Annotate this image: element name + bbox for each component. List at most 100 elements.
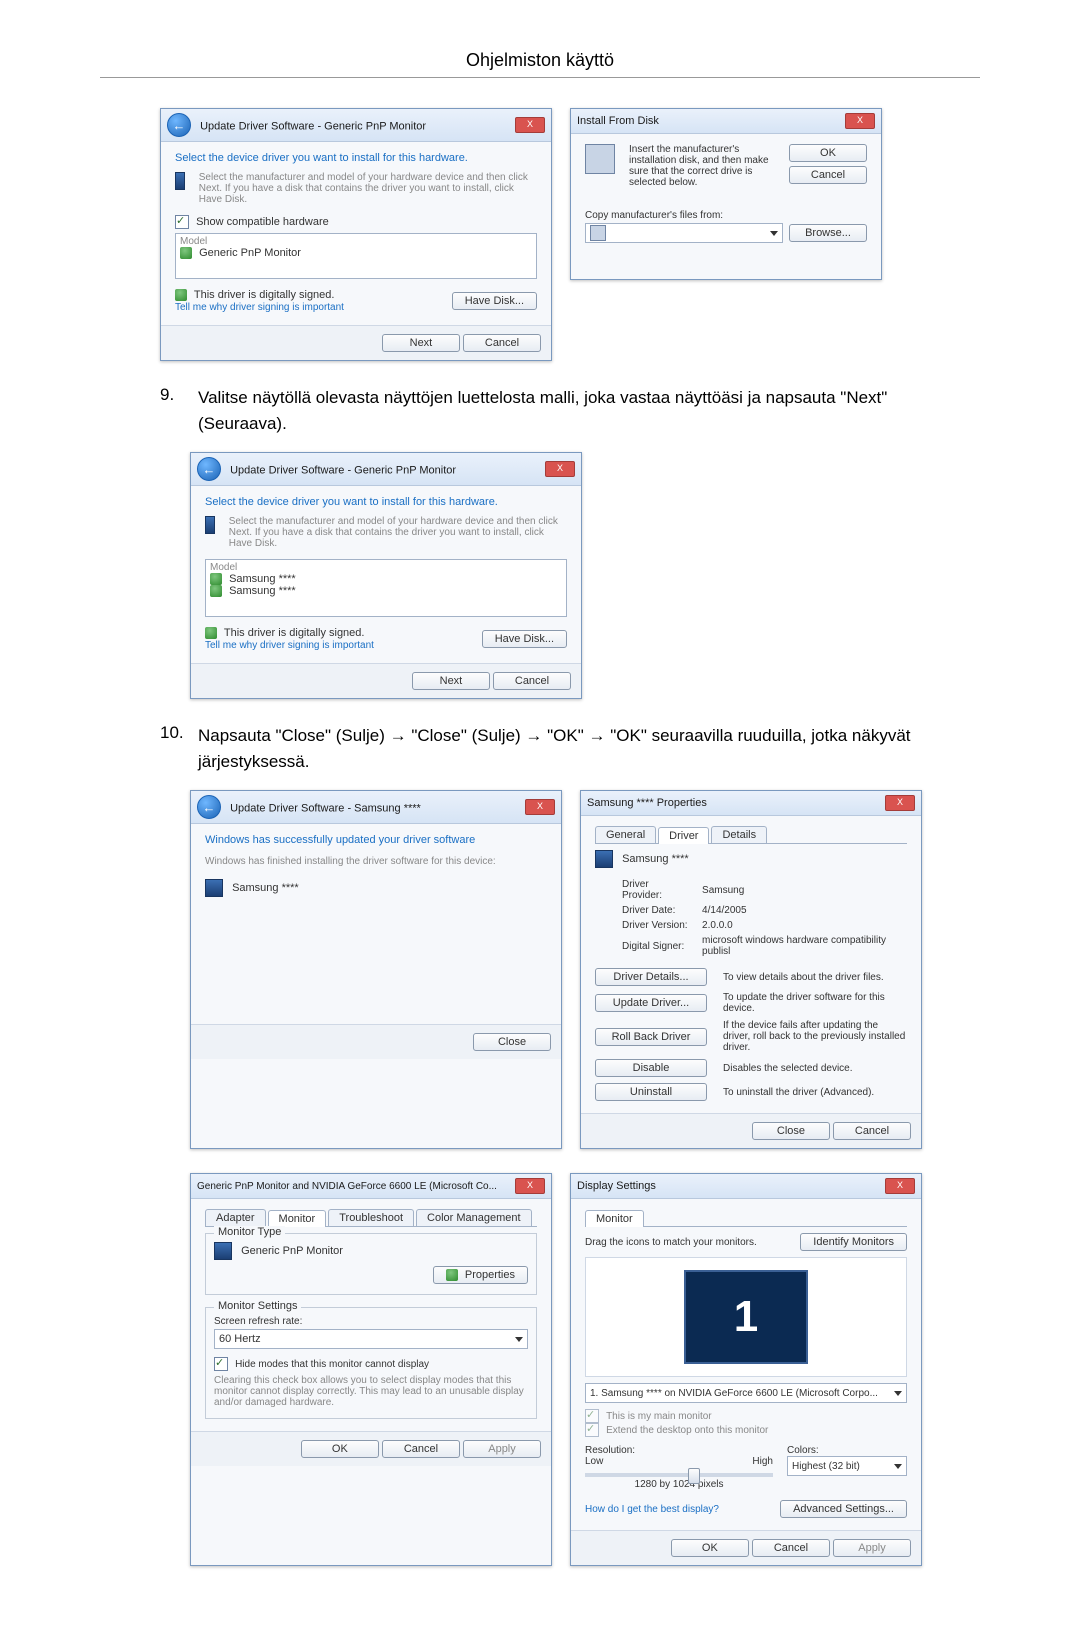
close-icon[interactable]: X [845, 113, 875, 129]
monitor-icon [175, 172, 185, 190]
close-icon[interactable]: X [525, 799, 555, 815]
close-icon[interactable]: X [885, 795, 915, 811]
chevron-down-icon [770, 231, 778, 236]
version-value: 2.0.0.0 [701, 919, 905, 932]
dialog-subtext: Windows has finished installing the driv… [205, 856, 547, 867]
extend-checkbox [585, 1423, 599, 1437]
properties-button[interactable]: Properties [433, 1266, 528, 1284]
update-driver-text: To update the driver software for this d… [723, 992, 907, 1014]
advanced-button[interactable]: Advanced Settings... [780, 1500, 907, 1518]
signing-link[interactable]: Tell me why driver signing is important [175, 302, 344, 313]
floppy-icon [585, 144, 615, 174]
tab-adapter[interactable]: Adapter [205, 1209, 266, 1226]
extend-label: Extend the desktop onto this monitor [606, 1425, 768, 1436]
monitor-icon [595, 850, 613, 868]
header-rule [100, 77, 980, 78]
browse-button[interactable]: Browse... [789, 224, 867, 242]
cancel-button[interactable]: Cancel [789, 166, 867, 184]
shield-icon [210, 573, 222, 585]
drive-select[interactable] [585, 223, 783, 243]
apply-button[interactable]: Apply [833, 1539, 911, 1557]
show-compatible-checkbox[interactable] [175, 215, 189, 229]
colors-select[interactable]: Highest (32 bit) [787, 1456, 907, 1476]
close-icon[interactable]: X [515, 1178, 545, 1194]
driver-details-text: To view details about the driver files. [723, 972, 907, 983]
driver-details-button[interactable]: Driver Details... [595, 968, 707, 986]
update-driver-dialog-a: ← Update Driver Software - Generic PnP M… [160, 108, 552, 361]
uninstall-button[interactable]: Uninstall [595, 1083, 707, 1101]
dialog-title: ← Update Driver Software - Samsung **** [197, 795, 421, 819]
signing-link[interactable]: Tell me why driver signing is important [205, 640, 374, 651]
signed-text: This driver is digitally signed. [194, 289, 335, 301]
version-label: Driver Version: [621, 919, 699, 932]
back-icon[interactable]: ← [167, 113, 191, 137]
monitor-select[interactable]: 1. Samsung **** on NVIDIA GeForce 6600 L… [585, 1383, 907, 1403]
page-title: Ohjelmiston käyttö [100, 50, 980, 71]
tab-driver[interactable]: Driver [658, 827, 709, 844]
adapter-properties-dialog: Generic PnP Monitor and NVIDIA GeForce 6… [190, 1173, 552, 1566]
tab-monitor[interactable]: Monitor [585, 1210, 644, 1227]
chevron-down-icon [515, 1337, 523, 1342]
provider-value: Samsung [701, 878, 905, 902]
hide-modes-checkbox[interactable] [214, 1357, 228, 1371]
rollback-button[interactable]: Roll Back Driver [595, 1028, 707, 1046]
date-label: Driver Date: [621, 904, 699, 917]
monitor-settings-label: Monitor Settings [214, 1300, 301, 1312]
resolution-slider[interactable] [585, 1473, 773, 1477]
close-icon[interactable]: X [515, 117, 545, 133]
model-item[interactable]: Samsung **** [210, 573, 562, 585]
resolution-label: Resolution: [585, 1445, 773, 1456]
best-display-link[interactable]: How do I get the best display? [585, 1504, 719, 1515]
have-disk-button[interactable]: Have Disk... [482, 630, 567, 648]
device-name: Samsung **** [622, 853, 689, 865]
apply-button[interactable]: Apply [463, 1440, 541, 1458]
tab-color[interactable]: Color Management [416, 1209, 532, 1226]
close-icon[interactable]: X [545, 461, 575, 477]
display-settings-dialog: Display Settings X Monitor Drag the icon… [570, 1173, 922, 1566]
monitor-icon [205, 879, 223, 897]
close-icon[interactable]: X [885, 1178, 915, 1194]
tab-details[interactable]: Details [711, 826, 767, 843]
next-button[interactable]: Next [382, 334, 460, 352]
monitor-type-value: Generic PnP Monitor [241, 1245, 343, 1257]
step-number: 10. [160, 723, 184, 774]
floppy-icon [590, 225, 606, 241]
refresh-label: Screen refresh rate: [214, 1316, 528, 1327]
cancel-button[interactable]: Cancel [493, 672, 571, 690]
cancel-button[interactable]: Cancel [382, 1440, 460, 1458]
close-button[interactable]: Close [752, 1122, 830, 1140]
monitor-preview[interactable]: 1 [684, 1270, 808, 1364]
model-item[interactable]: Samsung **** [210, 585, 562, 597]
signer-value: microsoft windows hardware compatibility… [701, 934, 905, 958]
back-icon[interactable]: ← [197, 795, 221, 819]
disable-button[interactable]: Disable [595, 1059, 707, 1077]
tab-general[interactable]: General [595, 826, 656, 843]
cancel-button[interactable]: Cancel [833, 1122, 911, 1140]
update-driver-dialog-b: ← Update Driver Software - Generic PnP M… [190, 452, 582, 699]
dialog-subtext: Select the manufacturer and model of you… [199, 172, 537, 205]
ok-button[interactable]: OK [671, 1539, 749, 1557]
next-button[interactable]: Next [412, 672, 490, 690]
cancel-button[interactable]: Cancel [463, 334, 541, 352]
slider-thumb[interactable] [688, 1468, 700, 1484]
model-item[interactable]: Generic PnP Monitor [180, 247, 532, 259]
ok-button[interactable]: OK [301, 1440, 379, 1458]
tab-monitor[interactable]: Monitor [268, 1210, 327, 1227]
tab-troubleshoot[interactable]: Troubleshoot [328, 1209, 414, 1226]
back-icon[interactable]: ← [197, 457, 221, 481]
signed-text: This driver is digitally signed. [224, 627, 365, 639]
refresh-rate-select[interactable]: 60 Hertz [214, 1329, 528, 1349]
date-value: 4/14/2005 [701, 904, 905, 917]
model-header: Model [210, 562, 562, 573]
have-disk-button[interactable]: Have Disk... [452, 292, 537, 310]
identify-button[interactable]: Identify Monitors [800, 1233, 907, 1251]
copy-from-label: Copy manufacturer's files from: [585, 210, 867, 221]
cancel-button[interactable]: Cancel [752, 1539, 830, 1557]
breadcrumb: Update Driver Software - Generic PnP Mon… [200, 121, 426, 133]
close-button[interactable]: Close [473, 1033, 551, 1051]
monitor-type-label: Monitor Type [214, 1226, 285, 1238]
signer-label: Digital Signer: [621, 934, 699, 958]
ok-button[interactable]: OK [789, 144, 867, 162]
update-driver-button[interactable]: Update Driver... [595, 994, 707, 1012]
breadcrumb: Update Driver Software - Generic PnP Mon… [230, 465, 456, 477]
